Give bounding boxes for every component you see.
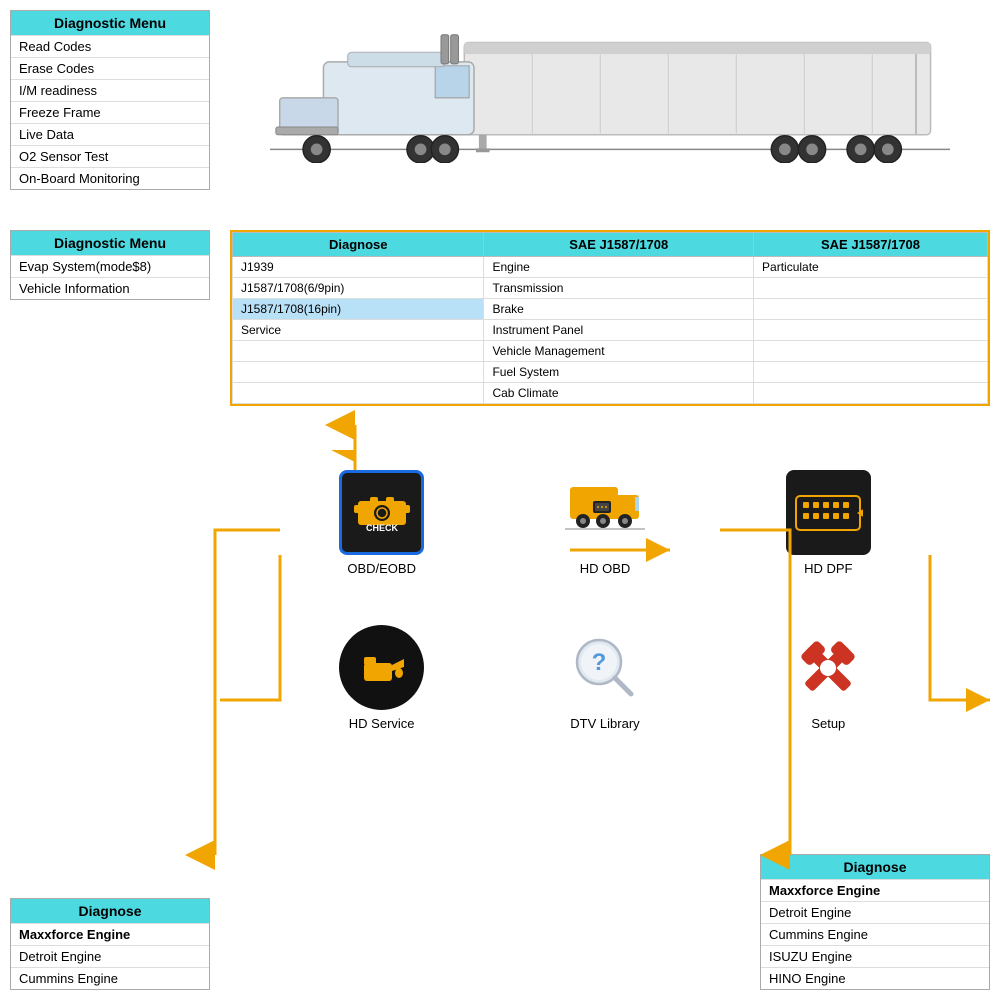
col3-header: SAE J1587/1708 bbox=[754, 233, 988, 257]
diag-br-item-1[interactable]: Detroit Engine bbox=[761, 901, 989, 923]
hd-dpf-icon bbox=[786, 470, 871, 555]
table-col2-row-2[interactable]: Brake bbox=[484, 299, 754, 320]
table-col2-row-1[interactable]: Transmission bbox=[484, 278, 754, 299]
diag-menu-2-header: Diagnostic Menu bbox=[11, 231, 209, 255]
obd-eobd-icon: CHECK bbox=[339, 470, 424, 555]
obd-eobd-label: OBD/EOBD bbox=[347, 561, 416, 576]
obd-eobd-icon-box[interactable]: CHECK OBD/EOBD bbox=[339, 470, 424, 576]
icon-row-bottom: HD Service ? DTV Library bbox=[270, 625, 940, 731]
table-col1-row-6[interactable] bbox=[233, 383, 484, 404]
svg-text:CHECK: CHECK bbox=[366, 523, 399, 533]
table-col3-row-2[interactable] bbox=[754, 299, 988, 320]
table-col3-row-1[interactable] bbox=[754, 278, 988, 299]
hd-obd-icon bbox=[562, 470, 647, 555]
diag-bl-item-0[interactable]: Maxxforce Engine bbox=[11, 923, 209, 945]
icon-row-top: CHECK OBD/EOBD bbox=[270, 470, 940, 576]
table-col3-row-5[interactable] bbox=[754, 362, 988, 383]
menu1-item-2[interactable]: I/M readiness bbox=[11, 79, 209, 101]
table-col3-row-4[interactable] bbox=[754, 341, 988, 362]
diag-menu-1-header: Diagnostic Menu bbox=[11, 11, 209, 35]
table-col2-row-3[interactable]: Instrument Panel bbox=[484, 320, 754, 341]
menu1-item-4[interactable]: Live Data bbox=[11, 123, 209, 145]
diag-br-item-3[interactable]: ISUZU Engine bbox=[761, 945, 989, 967]
svg-text:?: ? bbox=[592, 649, 607, 676]
diagnose-table-area: Diagnose SAE J1587/1708 SAE J1587/1708 J… bbox=[230, 230, 990, 406]
col1-header: Diagnose bbox=[233, 233, 484, 257]
setup-icon-box[interactable]: Setup bbox=[786, 625, 871, 731]
table-col1-row-3[interactable]: Service bbox=[233, 320, 484, 341]
dtv-library-icon-box[interactable]: ? DTV Library bbox=[562, 625, 647, 731]
diagnostic-menu-1: Diagnostic Menu Read Codes Erase Codes I… bbox=[10, 10, 210, 190]
hd-service-label: HD Service bbox=[349, 716, 415, 731]
hd-obd-label: HD OBD bbox=[580, 561, 631, 576]
table-col1-row-5[interactable] bbox=[233, 362, 484, 383]
table-col3-row-6[interactable] bbox=[754, 383, 988, 404]
icons-area: CHECK OBD/EOBD bbox=[220, 450, 990, 770]
diag-br-item-2[interactable]: Cummins Engine bbox=[761, 923, 989, 945]
menu1-item-6[interactable]: On-Board Monitoring bbox=[11, 167, 209, 189]
table-col2-row-4[interactable]: Vehicle Management bbox=[484, 341, 754, 362]
hd-service-icon-box[interactable]: HD Service bbox=[339, 625, 424, 731]
setup-icon bbox=[786, 625, 871, 710]
diag-br-item-0[interactable]: Maxxforce Engine bbox=[761, 879, 989, 901]
menu2-item-0[interactable]: Evap System(mode$8) bbox=[11, 255, 209, 277]
table-col3-row-0[interactable]: Particulate bbox=[754, 257, 988, 278]
diag-bl-item-1[interactable]: Detroit Engine bbox=[11, 945, 209, 967]
table-col1-row-1[interactable]: J1587/1708(6/9pin) bbox=[233, 278, 484, 299]
hd-service-icon bbox=[339, 625, 424, 710]
diag-bl-item-2[interactable]: Cummins Engine bbox=[11, 967, 209, 989]
diagnose-bottom-left: Diagnose Maxxforce Engine Detroit Engine… bbox=[10, 898, 210, 990]
truck-illustration bbox=[270, 23, 950, 163]
hd-dpf-label: HD DPF bbox=[804, 561, 852, 576]
table-col1-row-4[interactable] bbox=[233, 341, 484, 362]
table-col2-row-5[interactable]: Fuel System bbox=[484, 362, 754, 383]
menu1-item-1[interactable]: Erase Codes bbox=[11, 57, 209, 79]
truck-image-area bbox=[230, 10, 990, 175]
table-col2-row-6[interactable]: Cab Climate bbox=[484, 383, 754, 404]
dtv-library-icon: ? bbox=[562, 625, 647, 710]
hd-obd-icon-box[interactable]: HD OBD bbox=[562, 470, 647, 576]
table-col1-row-2[interactable]: J1587/1708(16pin) bbox=[233, 299, 484, 320]
table-col3-row-3[interactable] bbox=[754, 320, 988, 341]
col2-header: SAE J1587/1708 bbox=[484, 233, 754, 257]
menu1-item-0[interactable]: Read Codes bbox=[11, 35, 209, 57]
table-col2-row-0[interactable]: Engine bbox=[484, 257, 754, 278]
dtv-library-label: DTV Library bbox=[570, 716, 639, 731]
menu1-item-3[interactable]: Freeze Frame bbox=[11, 101, 209, 123]
table-col1-row-0[interactable]: J1939 bbox=[233, 257, 484, 278]
diagnose-table: Diagnose SAE J1587/1708 SAE J1587/1708 J… bbox=[232, 232, 988, 404]
menu1-item-5[interactable]: O2 Sensor Test bbox=[11, 145, 209, 167]
setup-label: Setup bbox=[811, 716, 845, 731]
diag-bl-header: Diagnose bbox=[11, 899, 209, 923]
diagnostic-menu-2: Diagnostic Menu Evap System(mode$8) Vehi… bbox=[10, 230, 210, 300]
diag-br-item-4[interactable]: HINO Engine bbox=[761, 967, 989, 989]
menu2-item-1[interactable]: Vehicle Information bbox=[11, 277, 209, 299]
diag-br-header: Diagnose bbox=[761, 855, 989, 879]
diagnose-bottom-right: Diagnose Maxxforce Engine Detroit Engine… bbox=[760, 854, 990, 990]
hd-dpf-icon-box[interactable]: HD DPF bbox=[786, 470, 871, 576]
